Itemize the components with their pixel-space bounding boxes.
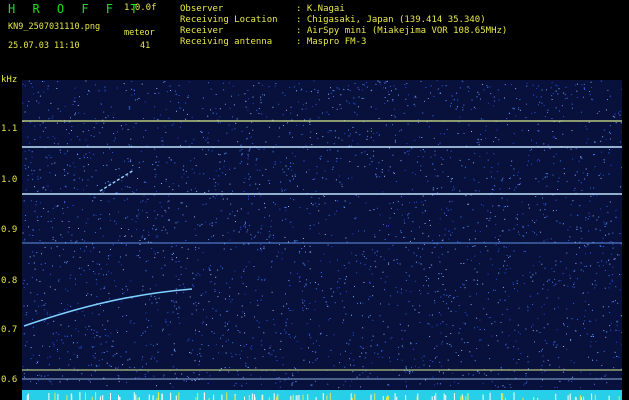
header-panel: H R O F F T 1.0.0f KN9_2507031110.png me…: [0, 0, 629, 80]
y-tick-label: 0.8: [1, 276, 18, 286]
observer-value: : K.Nagai: [296, 4, 345, 14]
spectrogram-plot: [22, 80, 622, 400]
observer-label: Observer: [180, 4, 224, 14]
meteor-label: meteor: [124, 28, 155, 38]
receiver-label: Receiver: [180, 26, 224, 36]
signal-level-bar: [22, 390, 622, 400]
receiver-value: : AirSpy mini (Miakejima VOR 108.65MHz): [296, 26, 508, 36]
y-tick-label: 0.7: [1, 325, 18, 335]
y-tick-label: 0.9: [1, 225, 18, 235]
y-axis-unit: kHz: [1, 75, 18, 85]
spectrogram-background: [22, 80, 622, 400]
location-value: : Chigasaki, Japan (139.414 35.340): [296, 15, 486, 25]
filename-label: KN9_2507031110.png: [8, 22, 101, 32]
app-version: 1.0.0f: [124, 3, 157, 13]
location-label: Receiving Location: [180, 15, 278, 25]
datetime-label: 25.07.03 11:10: [8, 41, 80, 51]
y-tick-label: 1.1: [1, 124, 18, 134]
meteor-count: 41: [140, 41, 151, 51]
app-title: H R O F F T: [8, 2, 143, 16]
y-tick-label: 0.6: [1, 375, 18, 385]
antenna-label: Receiving antenna: [180, 37, 273, 47]
y-tick-label: 1.0: [1, 175, 18, 185]
antenna-value: : Maspro FM-3: [296, 37, 367, 47]
